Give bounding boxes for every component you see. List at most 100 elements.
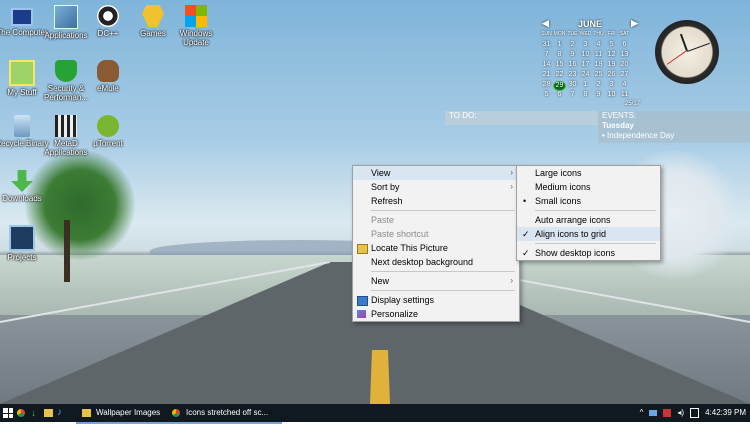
calendar-day[interactable]: 18 bbox=[592, 61, 605, 71]
calendar-day[interactable]: 28 bbox=[540, 81, 553, 91]
calendar-day[interactable]: 9 bbox=[566, 51, 579, 61]
menu-item-new[interactable]: New › bbox=[353, 274, 519, 288]
taskbar-app-label: Icons stretched off sc... bbox=[186, 408, 269, 417]
shield-icon bbox=[55, 60, 77, 82]
projects-icon bbox=[9, 225, 35, 251]
calendar-day[interactable]: 3 bbox=[605, 81, 618, 91]
calendar-day[interactable]: 11 bbox=[618, 91, 631, 101]
desktop-icon-emule[interactable]: eMule bbox=[80, 60, 136, 93]
menu-item-label: Paste bbox=[371, 215, 395, 225]
chevron-right-icon: › bbox=[510, 182, 513, 191]
calendar-day[interactable]: 24 bbox=[579, 71, 592, 81]
menu-separator bbox=[371, 271, 515, 272]
menu-item-paste: Paste bbox=[353, 213, 519, 227]
calendar-day[interactable]: 19 bbox=[605, 61, 618, 71]
chrome-icon[interactable] bbox=[17, 409, 25, 417]
calendar-weekday: FRI bbox=[607, 31, 616, 37]
submenu-item-small-icons[interactable]: • Small icons bbox=[517, 194, 660, 208]
calendar-day[interactable]: 7 bbox=[540, 51, 553, 61]
calendar-day[interactable]: 31 bbox=[540, 41, 553, 51]
calendar-day[interactable]: 26 bbox=[605, 71, 618, 81]
wallpaper-tree-trunk bbox=[64, 220, 70, 282]
download-icon[interactable]: ↓ bbox=[31, 408, 36, 419]
calendar-day[interactable]: 5 bbox=[540, 91, 553, 101]
submenu-item-show-desktop-icons[interactable]: ✓ Show desktop icons bbox=[517, 246, 660, 260]
utorrent-icon bbox=[97, 115, 119, 137]
chevron-up-icon[interactable]: ^ bbox=[640, 404, 644, 422]
calendar-day[interactable]: 16 bbox=[566, 61, 579, 71]
calendar-day[interactable]: 9 bbox=[592, 91, 605, 101]
desktop-icon-utorrent[interactable]: µTorrent bbox=[80, 115, 136, 148]
submenu-item-auto-arrange[interactable]: Auto arrange icons bbox=[517, 213, 660, 227]
calendar-day[interactable]: 30 bbox=[566, 81, 579, 91]
submenu-item-align-grid[interactable]: ✓ Align icons to grid bbox=[517, 227, 660, 241]
calendar-day[interactable]: 4 bbox=[592, 41, 605, 51]
calendar-month: JUNE bbox=[577, 18, 602, 29]
calendar-day[interactable]: 11 bbox=[592, 51, 605, 61]
calendar-day[interactable]: 17 bbox=[579, 61, 592, 71]
clock-time[interactable]: 4:42:39 PM bbox=[705, 404, 746, 422]
calendar-day[interactable]: 8 bbox=[553, 51, 566, 61]
submenu-item-large-icons[interactable]: Large icons bbox=[517, 166, 660, 180]
desktop-icon-downloads[interactable]: Downloads bbox=[0, 170, 50, 203]
volume-icon[interactable]: ◂) bbox=[677, 404, 684, 422]
calendar-day[interactable]: 2 bbox=[592, 81, 605, 91]
calendar-day[interactable]: 15 bbox=[553, 61, 566, 71]
menu-item-paste-shortcut: Paste shortcut bbox=[353, 227, 519, 241]
submenu-item-medium-icons[interactable]: Medium icons bbox=[517, 180, 660, 194]
calendar-day[interactable]: 4 bbox=[618, 81, 631, 91]
calendar-day[interactable]: 22 bbox=[553, 71, 566, 81]
clock-gadget bbox=[655, 20, 719, 84]
folder-icon[interactable] bbox=[44, 409, 53, 417]
calendar-day[interactable]: 6 bbox=[553, 91, 566, 101]
music-icon[interactable]: ♪ bbox=[57, 407, 62, 418]
calendar-day[interactable]: 1 bbox=[553, 41, 566, 51]
windows-start-icon[interactable] bbox=[3, 408, 13, 418]
view-submenu: Large icons Medium icons • Small icons Au… bbox=[516, 165, 661, 261]
calendar-day[interactable]: 6 bbox=[618, 41, 631, 51]
calendar-day[interactable]: 10 bbox=[579, 51, 592, 61]
desktop-icon-projects[interactable]: Projects bbox=[0, 225, 50, 262]
calendar-day[interactable]: 27 bbox=[618, 71, 631, 81]
calendar-gadget: ◀ JUNE ▶ SUN MON TUE WED THU FRI SAT 31 1 2 3 4 5 6 7 8… bbox=[540, 18, 640, 107]
calendar-day[interactable]: 29 bbox=[553, 81, 566, 91]
calendar-day[interactable]: 21 bbox=[540, 71, 553, 81]
monitor-icon[interactable] bbox=[649, 410, 658, 416]
menu-separator bbox=[535, 243, 656, 244]
calendar-day[interactable]: 20 bbox=[618, 61, 631, 71]
calendar-day[interactable]: 8 bbox=[579, 91, 592, 101]
calendar-day[interactable]: 5 bbox=[605, 41, 618, 51]
menu-item-view[interactable]: View › bbox=[353, 166, 519, 180]
calendar-day[interactable]: 3 bbox=[579, 41, 592, 51]
desktop[interactable]: The Computer Applications DC++ Games Win… bbox=[0, 0, 750, 404]
calendar-day[interactable]: 25 bbox=[592, 71, 605, 81]
menu-item-refresh[interactable]: Refresh bbox=[353, 194, 519, 208]
calendar-day[interactable]: 7 bbox=[566, 91, 579, 101]
calendar-day[interactable]: 10 bbox=[605, 91, 618, 101]
display-icon bbox=[357, 296, 368, 306]
taskbar: ↓ ♪ Wallpaper Images Icons stretched off… bbox=[0, 404, 750, 424]
menu-item-display-settings[interactable]: Display settings bbox=[353, 293, 519, 307]
calendar-day[interactable]: 23 bbox=[566, 71, 579, 81]
calendar-day[interactable]: 14 bbox=[540, 61, 553, 71]
menu-item-personalize[interactable]: Personalize bbox=[353, 307, 519, 321]
prev-month-icon[interactable]: ◀ bbox=[542, 18, 549, 29]
calendar-day[interactable]: 12 bbox=[605, 51, 618, 61]
message-icon[interactable] bbox=[690, 408, 700, 418]
clapperboard-icon bbox=[55, 115, 77, 137]
taskbar-app-chrome[interactable]: Icons stretched off sc... bbox=[166, 404, 282, 424]
menu-item-sort-by[interactable]: Sort by › bbox=[353, 180, 519, 194]
menu-separator bbox=[535, 210, 656, 211]
desktop-icon-windows-update[interactable]: Windows Update bbox=[168, 5, 224, 47]
menu-item-next-background[interactable]: Next desktop background bbox=[353, 255, 519, 269]
calendar-day[interactable]: 1 bbox=[579, 81, 592, 91]
security-icon[interactable] bbox=[663, 409, 672, 417]
menu-item-label: Show desktop icons bbox=[535, 248, 616, 258]
menu-item-locate-picture[interactable]: Locate This Picture bbox=[353, 241, 519, 255]
calendar-day[interactable]: 13 bbox=[618, 51, 631, 61]
menu-item-label: Next desktop background bbox=[371, 257, 474, 267]
calendar-day[interactable]: 2 bbox=[566, 41, 579, 51]
next-month-icon[interactable]: ▶ bbox=[631, 18, 638, 29]
icon-label: Windows Update bbox=[179, 29, 213, 47]
recycle-bin-icon bbox=[14, 115, 30, 137]
